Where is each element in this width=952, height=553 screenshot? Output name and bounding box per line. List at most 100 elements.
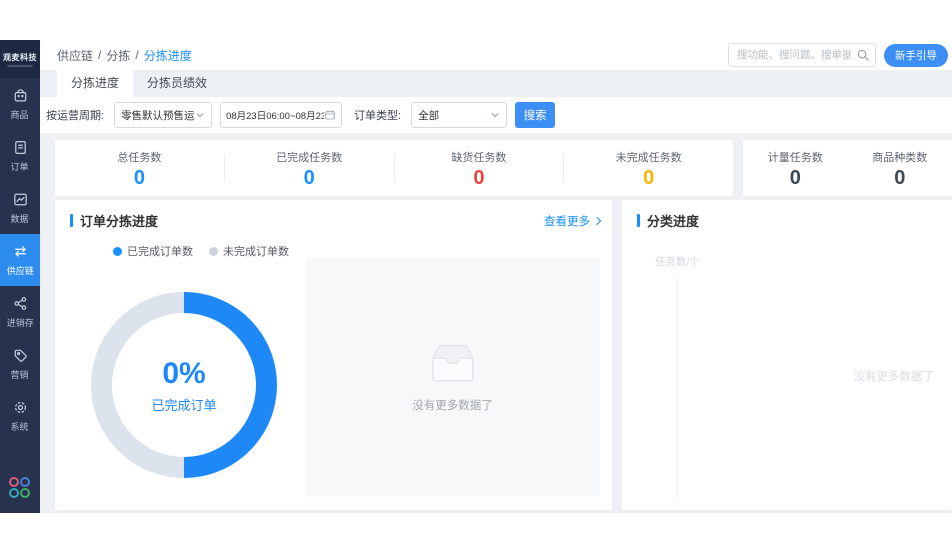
period-select-value: 零售默认预售运营时间 [121, 109, 195, 122]
stat-label: 缺货任务数 [451, 151, 507, 164]
panel-title: 订单分拣进度 [70, 211, 158, 230]
legend-completed-orders[interactable]: 已完成订单数 [113, 243, 193, 259]
brand-logo: 观麦科技 [0, 40, 40, 78]
panel-header: 分类进度 [622, 200, 952, 230]
topbar-right: 新手引导 [728, 43, 948, 67]
filter-bar: 按运营周期: 零售默认预售运营时间 08月23日06:00~08月23日12:0… [40, 97, 952, 133]
gear-icon [12, 399, 29, 416]
sidebar-item-marketing[interactable]: 营销 [0, 338, 40, 390]
chevron-down-icon [490, 110, 500, 120]
tab-sorting-progress[interactable]: 分拣进度 [57, 70, 134, 97]
clover-ring-teal [9, 488, 19, 498]
sidebar-item-label: 营销 [10, 370, 30, 381]
chart-icon [12, 191, 29, 208]
stat-value: 0 [133, 166, 145, 189]
topbar: 供应链 / 分拣 / 分拣进度 新手引导 [40, 40, 952, 70]
empty-state-text: 没有更多数据了 [412, 400, 493, 412]
legend-label: 已完成订单数 [127, 246, 193, 258]
title-accent-bar [70, 214, 73, 227]
stat-value: 0 [303, 166, 315, 189]
period-label: 按运营周期: [46, 110, 105, 122]
sidebar-item-orders[interactable]: 订单 [0, 130, 40, 182]
order-type-select-value: 全部 [418, 109, 440, 122]
search-input[interactable] [728, 43, 876, 67]
clover-ring-red [9, 477, 19, 487]
extra-stats-card: 计量任务数 0 商品种类数 0 [743, 140, 952, 196]
view-more-label: 查看更多 [544, 215, 590, 228]
category-progress-panel: 分类进度 任务数/个 没有更多数据了 [622, 200, 952, 510]
breadcrumb: 供应链 / 分拣 / 分拣进度 [57, 47, 192, 64]
stat-completed-tasks: 已完成任务数 0 [225, 149, 394, 188]
sidebar-item-products[interactable]: 商品 [0, 78, 40, 130]
stat-out-of-stock-tasks: 缺货任务数 0 [395, 149, 564, 188]
order-list-empty-state: 没有更多数据了 [305, 258, 600, 497]
document-icon [12, 139, 29, 156]
stat-label: 已完成任务数 [276, 151, 343, 164]
breadcrumb-current: 分拣进度 [143, 48, 192, 63]
sidebar-item-label: 数据 [10, 214, 30, 225]
task-stats-card: 总任务数 0 已完成任务数 0 缺货任务数 0 未完成任务数 0 [55, 140, 733, 196]
sidebar-item-system[interactable]: 系统 [0, 390, 40, 442]
order-sorting-progress-panel: 订单分拣进度 查看更多 已完成订单数 未完成订单数 0% 已完成订单 没有更多数… [55, 200, 612, 510]
filter-search-button[interactable]: 搜索 [515, 102, 556, 128]
bag-icon [12, 87, 29, 104]
stats-row: 总任务数 0 已完成任务数 0 缺货任务数 0 未完成任务数 0 计量任务数 0… [40, 140, 952, 196]
brand-name: 观麦科技 [3, 52, 37, 62]
sidebar-item-data[interactable]: 数据 [0, 182, 40, 234]
main-area: 供应链 / 分拣 / 分拣进度 新手引导 分拣进度 [40, 40, 952, 513]
sidebar-nav: 商品 订单 数据 供应链 进销存 营销 系统 [0, 78, 40, 442]
donut-caption: 已完成订单 [151, 397, 217, 413]
sidebar-item-label: 商品 [10, 110, 30, 121]
donut-chart: 0% 已完成订单 [91, 292, 277, 478]
stat-value: 0 [894, 166, 906, 189]
stat-sku-count: 商品种类数 0 [848, 149, 952, 188]
breadcrumb-supply-chain[interactable]: 供应链 [57, 47, 93, 64]
clover-ring-blue [20, 477, 30, 487]
breadcrumb-separator: / [98, 48, 102, 62]
stat-value: 0 [473, 166, 485, 189]
stat-label: 计量任务数 [767, 151, 823, 164]
period-select[interactable]: 零售默认预售运营时间 [114, 102, 213, 128]
panel-title-text: 分类进度 [647, 214, 700, 229]
title-accent-bar [637, 214, 640, 227]
search-icon[interactable] [856, 48, 870, 62]
sidebar-item-label: 系统 [10, 422, 30, 433]
panel-title-text: 订单分拣进度 [80, 214, 159, 229]
order-type-label: 订单类型: [354, 110, 402, 122]
sidebar-item-supply-chain[interactable]: 供应链 [0, 234, 40, 286]
swap-arrows-icon [12, 243, 29, 260]
empty-inbox-icon [424, 342, 482, 387]
breadcrumb-sorting[interactable]: 分拣 [106, 47, 130, 64]
legend-dot-blue-icon [113, 246, 122, 256]
tab-sorter-performance[interactable]: 分拣员绩效 [133, 70, 221, 97]
sidebar-item-inventory[interactable]: 进销存 [0, 286, 40, 338]
y-axis-label: 任务数/个 [655, 256, 700, 268]
sidebar-item-label: 订单 [10, 162, 30, 173]
guide-button[interactable]: 新手引导 [884, 43, 948, 67]
empty-data-text: 没有更多数据了 [853, 371, 935, 383]
chevron-down-icon [195, 110, 205, 120]
donut-percent: 0% [162, 356, 206, 390]
stat-weighing-tasks: 计量任务数 0 [743, 149, 848, 188]
page: 观麦科技 商品 订单 数据 供应链 进销存 营销 系统 供应链 / 分拣 / 分… [0, 0, 952, 553]
chevron-right-icon [592, 216, 602, 225]
brand-subline [7, 64, 33, 67]
panel-title: 分类进度 [637, 211, 699, 230]
chart-legend: 已完成订单数 未完成订单数 [113, 243, 612, 259]
legend-dot-gray-icon [209, 246, 218, 256]
date-range-picker[interactable]: 08月23日06:00~08月23日12:00( [220, 102, 343, 128]
share-nodes-icon [12, 295, 29, 312]
panel-header: 订单分拣进度 查看更多 [55, 200, 612, 230]
order-type-select[interactable]: 全部 [411, 102, 508, 128]
sidebar: 观麦科技 商品 订单 数据 供应链 进销存 营销 系统 [0, 40, 40, 513]
legend-incomplete-orders[interactable]: 未完成订单数 [209, 243, 289, 259]
global-search [728, 43, 876, 67]
tag-icon [12, 347, 29, 364]
stat-label: 商品种类数 [872, 151, 928, 164]
stat-value: 0 [789, 166, 801, 189]
panels-row: 订单分拣进度 查看更多 已完成订单数 未完成订单数 0% 已完成订单 没有更多数… [40, 200, 952, 510]
clover-logo-icon[interactable] [9, 477, 31, 499]
view-more-link[interactable]: 查看更多 [544, 213, 602, 229]
app-window: 观麦科技 商品 订单 数据 供应链 进销存 营销 系统 供应链 / 分拣 / 分… [0, 40, 952, 513]
